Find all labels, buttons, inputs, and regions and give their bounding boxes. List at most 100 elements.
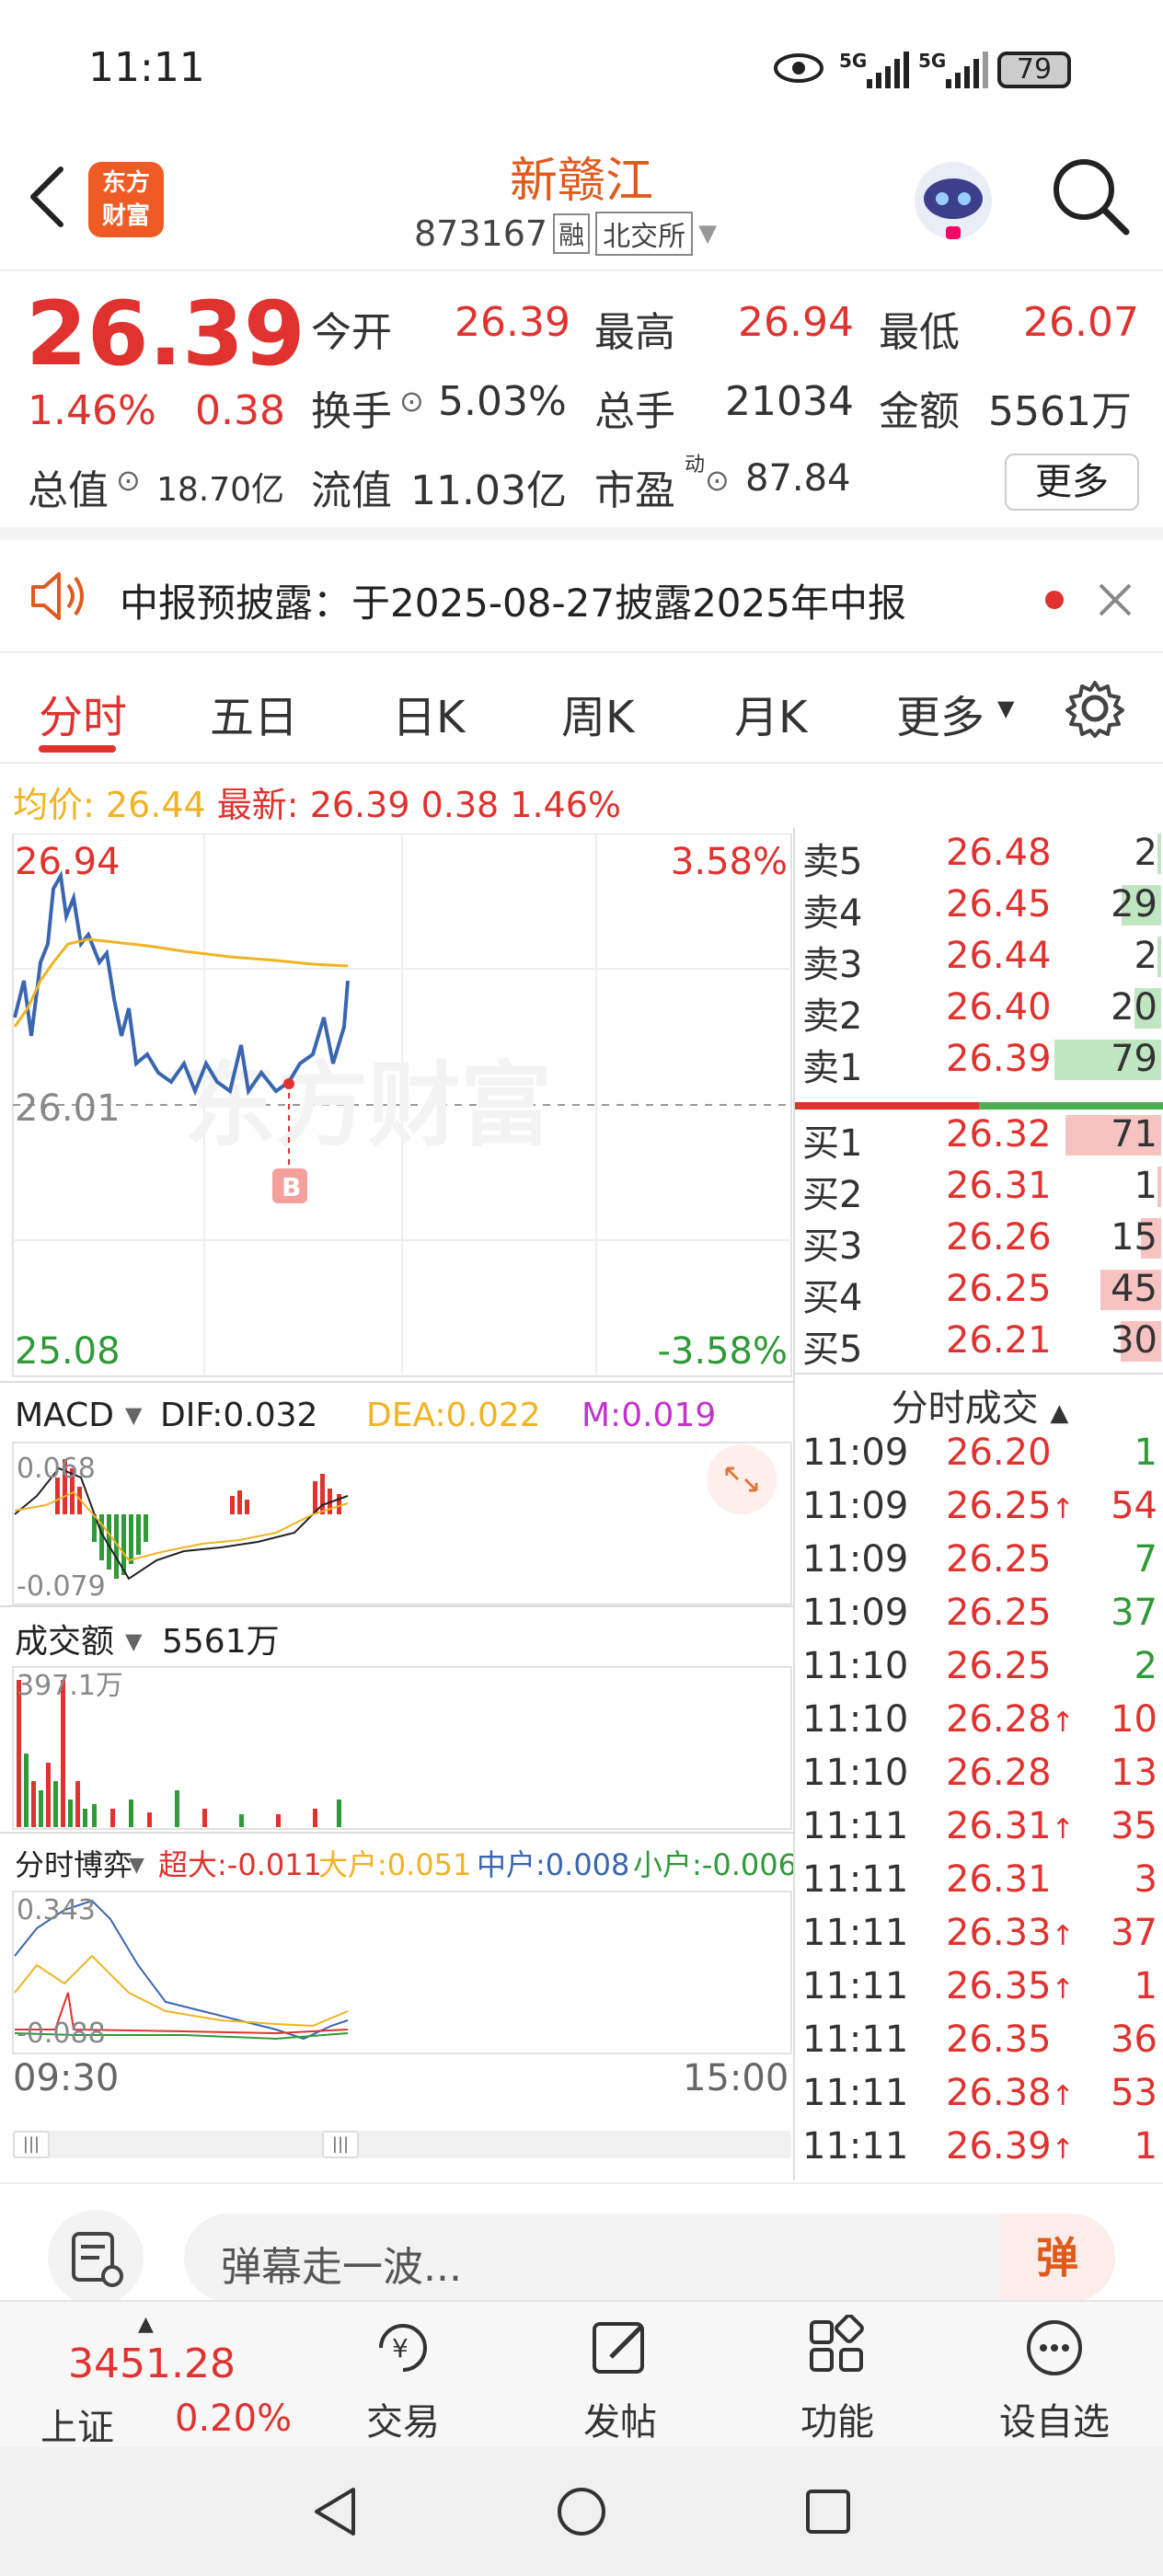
tick-price: 26.33↑ [946,1912,1075,1954]
ask-volume: 2 [1134,832,1157,874]
danmu-button[interactable]: 弹 [999,2214,1115,2302]
info-icon[interactable]: ⊙ [399,384,424,419]
signal-icon-2 [946,52,988,88]
tab-more[interactable]: 更多 [896,681,985,745]
bid-row[interactable]: 买5 26.21 30 [795,1316,1163,1371]
bid-volume: 45 [1111,1268,1157,1310]
back-triangle-icon[interactable] [307,2484,363,2539]
scroller-right-handle[interactable]: ||| [322,2131,359,2158]
tick-time: 11:10 [802,1752,909,1794]
close-icon[interactable] [1097,581,1134,618]
info-icon-2[interactable]: ⊙ [116,463,141,498]
bid-label: 买5 [802,1328,863,1371]
tick-row: 11:11 26.35↑ 1 [795,1960,1163,2013]
bid-volume: 30 [1111,1319,1157,1362]
tab-monthly-k[interactable]: 月K [734,681,807,745]
tick-price: 26.31↑ [946,1805,1075,1847]
tick-price-value: 26.33 [946,1912,1052,1954]
float-label: 流值 [311,467,392,514]
tab-intraday[interactable]: 分时 [39,681,127,745]
tick-row: 11:09 26.20 1 [795,1426,1163,1479]
notice-text: 中报预披露：于2025-08-27披露2025年中报 [120,581,906,626]
nav-trade[interactable]: ¥ 交易 [329,2315,477,2445]
volume-caret-icon[interactable]: ▼ [125,1628,143,1654]
battery-level: 79 [1016,53,1053,86]
current-price: 26.39 [26,282,305,385]
nav-post[interactable]: 发帖 [547,2315,694,2445]
expand-button[interactable] [707,1444,777,1514]
mktcap-value: 18.70亿 [156,471,285,509]
bid-label: 买4 [802,1277,863,1319]
index-ticker[interactable]: ▲ 3451.28 上证 0.20% [37,2313,294,2449]
robot-assistant-icon[interactable] [909,155,997,247]
macd-label[interactable]: MACD [15,1397,114,1434]
danmu-input[interactable]: 弹幕走一波... 弹 [184,2214,1115,2302]
ask-label: 卖1 [802,1047,863,1089]
mktcap-label: 总值 [28,467,109,514]
volume-bars [17,1680,341,1827]
flow-large: 大户:0.051 [318,1847,471,1882]
tab-weekly-k[interactable]: 周K [561,681,634,745]
ask-row[interactable]: 卖2 26.40 20 [795,983,1163,1038]
macd-caret-icon[interactable]: ▼ [125,1402,143,1428]
pe-value: 87.84 [745,457,851,500]
bid-row[interactable]: 买1 26.32 71 [795,1110,1163,1165]
ask-row[interactable]: 卖3 26.44 2 [795,931,1163,986]
tick-price-value: 26.25 [946,1592,1052,1634]
home-circle-icon[interactable] [554,2484,609,2539]
bid-volume-bar [1157,1167,1161,1207]
tick-price: 26.39↑ [946,2125,1075,2168]
notice-bar[interactable]: 中报预披露：于2025-08-27披露2025年中报 [0,543,1163,653]
flow-super: 超大:-0.011 [158,1847,322,1882]
bid-row[interactable]: 买2 26.31 1 [795,1161,1163,1216]
tab-daily-k[interactable]: 日K [392,681,465,745]
tick-price: 26.28 [946,1752,1052,1794]
macd-dea: DEA:0.022 [366,1397,541,1434]
bid-label: 买1 [802,1122,863,1165]
ticks-sort-icon[interactable]: ▲ [1050,1399,1068,1427]
scroller-left-handle[interactable]: ||| [13,2131,50,2158]
chart-svg[interactable]: 东方财富 B 26.94 26.01 25.08 3.58% -3.58% MA… [0,834,793,2066]
bid-row[interactable]: 买3 26.26 15 [795,1213,1163,1268]
chart-y-bottom: 25.08 [15,1330,121,1373]
flow-y-top: 0.343 [17,1894,96,1926]
tab-more-caret-icon[interactable]: ▼ [997,696,1014,721]
tick-up-arrow: ↑ [1051,1813,1075,1846]
volume-panel-value: 5561万 [162,1623,280,1661]
flow-panel-label[interactable]: 分时博弈 [15,1847,132,1882]
tick-row: 11:11 26.38↑ 53 [795,2066,1163,2120]
tick-time: 11:11 [802,1858,909,1901]
recents-square-icon[interactable] [800,2484,856,2539]
ask-row[interactable]: 卖1 26.39 79 [795,1034,1163,1089]
tick-time: 11:11 [802,2018,909,2061]
nav-functions[interactable]: 功能 [764,2314,911,2445]
ask-row[interactable]: 卖5 26.48 2 [795,828,1163,883]
ask-row[interactable]: 卖4 26.45 29 [795,880,1163,935]
nav-add-watchlist[interactable]: 设自选 [981,2315,1128,2445]
stock-code: 873167 [414,213,548,254]
comment-settings-button[interactable] [48,2210,144,2306]
chart-y-mid: 26.01 [15,1087,121,1130]
info-icon-3[interactable]: ⊙ [705,463,730,498]
tick-time: 11:09 [802,1538,909,1581]
bid-row[interactable]: 买4 26.25 45 [795,1264,1163,1319]
more-button[interactable]: 更多 [1005,454,1139,511]
bid-label: 买2 [802,1174,863,1216]
volume-panel-label[interactable]: 成交额 [15,1623,114,1661]
tick-row: 11:10 26.28 13 [795,1746,1163,1800]
search-icon[interactable] [1049,155,1132,237]
back-arrow-icon[interactable] [26,164,66,230]
flow-caret-icon[interactable]: ▼ [129,1854,144,1877]
time-range-scroller[interactable]: ||| ||| [13,2131,791,2158]
ask-price: 26.40 [946,986,1052,1029]
tick-price: 26.35 [946,2018,1052,2061]
ask-label: 卖4 [802,892,863,935]
tab-five-day[interactable]: 五日 [210,681,298,745]
settings-gear-icon[interactable] [1065,679,1124,738]
ticks-header[interactable]: 分时成交 ▲ [795,1373,1163,1430]
bid-price: 26.21 [946,1319,1052,1362]
book-divider [795,1102,1163,1110]
bid-price: 26.25 [946,1268,1052,1310]
dropdown-caret-icon[interactable]: ▼ [698,220,717,247]
avg-price-line [13,937,349,1028]
